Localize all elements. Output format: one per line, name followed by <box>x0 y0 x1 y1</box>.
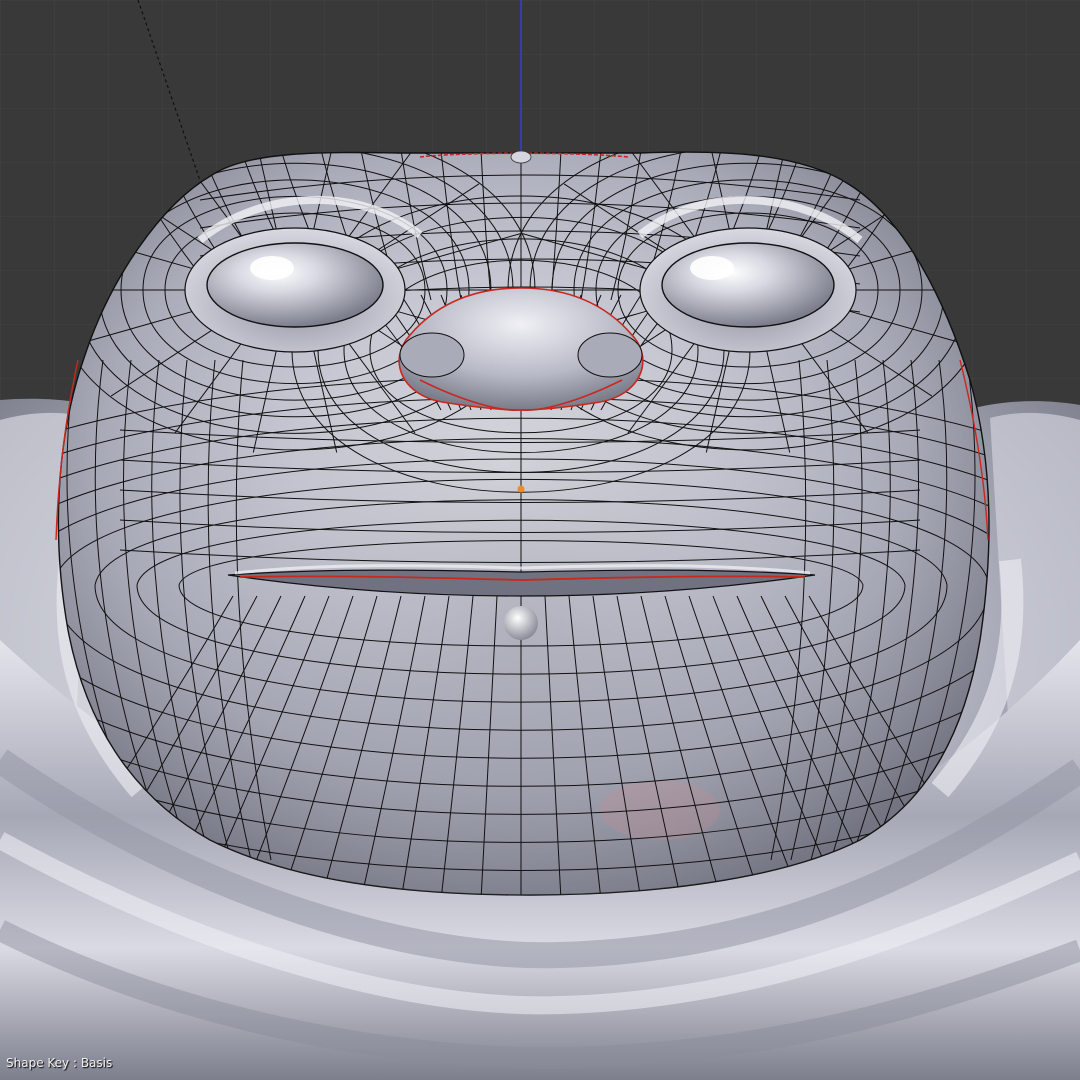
right-eye <box>661 242 835 328</box>
left-eye <box>206 242 384 328</box>
mesh-scene[interactable] <box>0 0 1080 1080</box>
3d-cursor-icon <box>504 606 538 640</box>
selected-vertex <box>517 485 525 493</box>
3d-viewport[interactable]: Shape Key : Basis <box>0 0 1080 1080</box>
shape-key-label: Shape Key : Basis <box>6 1056 113 1070</box>
pivot-dot-icon <box>510 150 532 164</box>
